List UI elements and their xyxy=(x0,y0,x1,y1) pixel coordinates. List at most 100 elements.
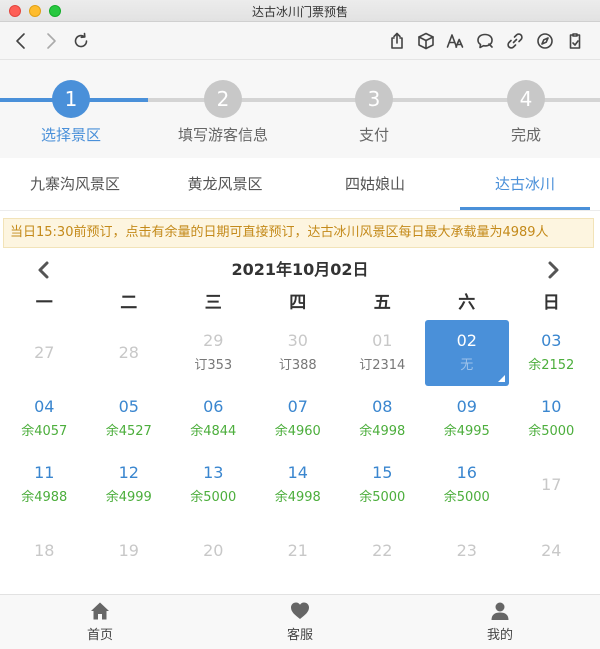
weekday-label: 一 xyxy=(35,293,53,313)
day-availability: 余5000 xyxy=(359,490,406,505)
day-number: 13 xyxy=(203,463,224,482)
day-number: 30 xyxy=(287,331,308,350)
day-availability: 余4527 xyxy=(105,424,152,439)
day-number: 02 xyxy=(456,331,477,350)
day-number: 15 xyxy=(372,463,393,482)
day-number: 04 xyxy=(34,397,55,416)
day-availability: 余4988 xyxy=(21,490,68,505)
calendar-day[interactable]: 08 余4998 xyxy=(340,386,425,452)
window-title: 达古冰川门票预售 xyxy=(251,5,348,19)
day-number: 27 xyxy=(34,343,55,362)
nav-profile-label: 我的 xyxy=(486,628,513,643)
reload-icon xyxy=(74,32,88,48)
compass-button[interactable] xyxy=(534,30,556,52)
day-availability: 余5000 xyxy=(528,424,575,439)
calendar-day: 29 订353 xyxy=(171,320,256,386)
calendar-day[interactable]: 15 余5000 xyxy=(340,452,425,518)
link-button[interactable] xyxy=(504,30,526,52)
tab-siguniangshan[interactable]: 四姑娘山 xyxy=(300,158,450,210)
calendar-day: 17 xyxy=(509,452,594,518)
calendar-day: 01 订2314 xyxy=(340,320,425,386)
day-number: 09 xyxy=(456,397,477,416)
step-4: 4 完成 xyxy=(476,80,576,145)
day-number: 14 xyxy=(287,463,308,482)
calendar-day: 22 xyxy=(340,518,425,584)
calendar-weekdays: 一二三四五六日 xyxy=(0,290,600,316)
day-number: 01 xyxy=(372,331,393,350)
calendar-day[interactable]: 11 余4988 xyxy=(2,452,87,518)
calendar-day[interactable]: 10 余5000 xyxy=(509,386,594,452)
clipboard-icon xyxy=(569,33,581,49)
day-number: 21 xyxy=(287,541,308,560)
calendar-day[interactable]: 14 余4998 xyxy=(256,452,341,518)
day-number: 18 xyxy=(34,541,55,560)
calendar-day[interactable]: 06 余4844 xyxy=(171,386,256,452)
calendar-day[interactable]: 12 余4999 xyxy=(87,452,172,518)
nav-home-label: 首页 xyxy=(86,628,113,643)
calendar-grid: 27 28 29 订353 30 订388 01 订2314 02 无 03 余2152 04 余4057… xyxy=(0,320,600,584)
step-3-number: 3 xyxy=(355,80,393,118)
calendar-day[interactable]: 07 余4960 xyxy=(256,386,341,452)
step-1-label: 选择景区 xyxy=(40,126,101,144)
heart-icon xyxy=(291,602,309,619)
day-number: 28 xyxy=(118,343,139,362)
calendar-day[interactable]: 13 余5000 xyxy=(171,452,256,518)
chevron-right-icon xyxy=(548,261,559,279)
tab-dagu-glacier[interactable]: 达古冰川 xyxy=(450,158,600,210)
user-icon xyxy=(491,602,509,620)
nav-customer-service-label: 客服 xyxy=(286,628,313,643)
day-number: 11 xyxy=(34,463,55,482)
calendar-day[interactable]: 05 余4527 xyxy=(87,386,172,452)
calendar-day[interactable]: 16 余5000 xyxy=(425,452,510,518)
forward-icon xyxy=(47,33,56,49)
tab-jiuzhaigou[interactable]: 九寨沟风景区 xyxy=(0,158,150,210)
tab-huanglong[interactable]: 黄龙风景区 xyxy=(150,158,300,210)
cube-button[interactable] xyxy=(415,30,437,52)
calendar-day: 28 xyxy=(87,320,172,386)
day-availability: 余4844 xyxy=(190,424,237,439)
comment-button[interactable] xyxy=(474,30,496,52)
nav-profile[interactable]: 我的 xyxy=(400,595,600,649)
reload-button[interactable] xyxy=(70,30,92,52)
calendar-day-selected[interactable]: 02 无 xyxy=(424,320,509,386)
step-2-number: 2 xyxy=(204,80,242,118)
day-availability: 余4998 xyxy=(359,424,406,439)
day-availability: 余4057 xyxy=(21,424,68,439)
step-1-number: 1 xyxy=(52,80,90,118)
nav-customer-service[interactable]: 客服 xyxy=(200,595,400,649)
weekday-label: 日 xyxy=(542,293,560,313)
nav-home[interactable]: 首页 xyxy=(0,595,200,649)
calendar-week-row: 18 19 20 21 22 23 24 xyxy=(2,518,598,584)
forward-button[interactable] xyxy=(40,30,62,52)
step-4-number: 4 xyxy=(507,80,545,118)
calendar-day: 19 xyxy=(87,518,172,584)
day-number: 19 xyxy=(118,541,139,560)
day-number: 08 xyxy=(372,397,393,416)
scenic-area-tabs: 九寨沟风景区 黄龙风景区 四姑娘山 达古冰川 xyxy=(0,158,600,211)
day-number: 29 xyxy=(203,331,224,350)
text-size-button[interactable] xyxy=(444,30,466,52)
day-number: 07 xyxy=(287,397,308,416)
calendar-day: 20 xyxy=(171,518,256,584)
day-number: 24 xyxy=(541,541,562,560)
next-month-button[interactable] xyxy=(543,260,563,280)
booking-steps: 1 选择景区 2 填写游客信息 3 支付 4 完成 xyxy=(0,60,600,158)
day-availability: 余5000 xyxy=(443,490,490,505)
day-number: 03 xyxy=(541,331,562,350)
clipboard-button[interactable] xyxy=(564,30,586,52)
calendar-day[interactable]: 03 余2152 xyxy=(509,320,594,386)
back-button[interactable] xyxy=(10,30,32,52)
step-3-label: 支付 xyxy=(358,126,389,144)
calendar-day: 18 xyxy=(2,518,87,584)
booking-notice: 当日15:30前预订，点击有余量的日期可直接预订，达古冰川风景区每日最大承载量为… xyxy=(3,218,594,248)
calendar-day[interactable]: 04 余4057 xyxy=(2,386,87,452)
day-availability: 余4995 xyxy=(443,424,490,439)
step-3: 3 支付 xyxy=(324,80,424,145)
calendar-day[interactable]: 09 余4995 xyxy=(425,386,510,452)
day-availability: 订353 xyxy=(194,358,233,373)
share-button[interactable] xyxy=(386,30,408,52)
day-number: 22 xyxy=(372,541,393,560)
day-number: 20 xyxy=(203,541,224,560)
link-icon xyxy=(507,33,523,49)
window-titlebar: 达古冰川门票预售 xyxy=(0,0,600,22)
